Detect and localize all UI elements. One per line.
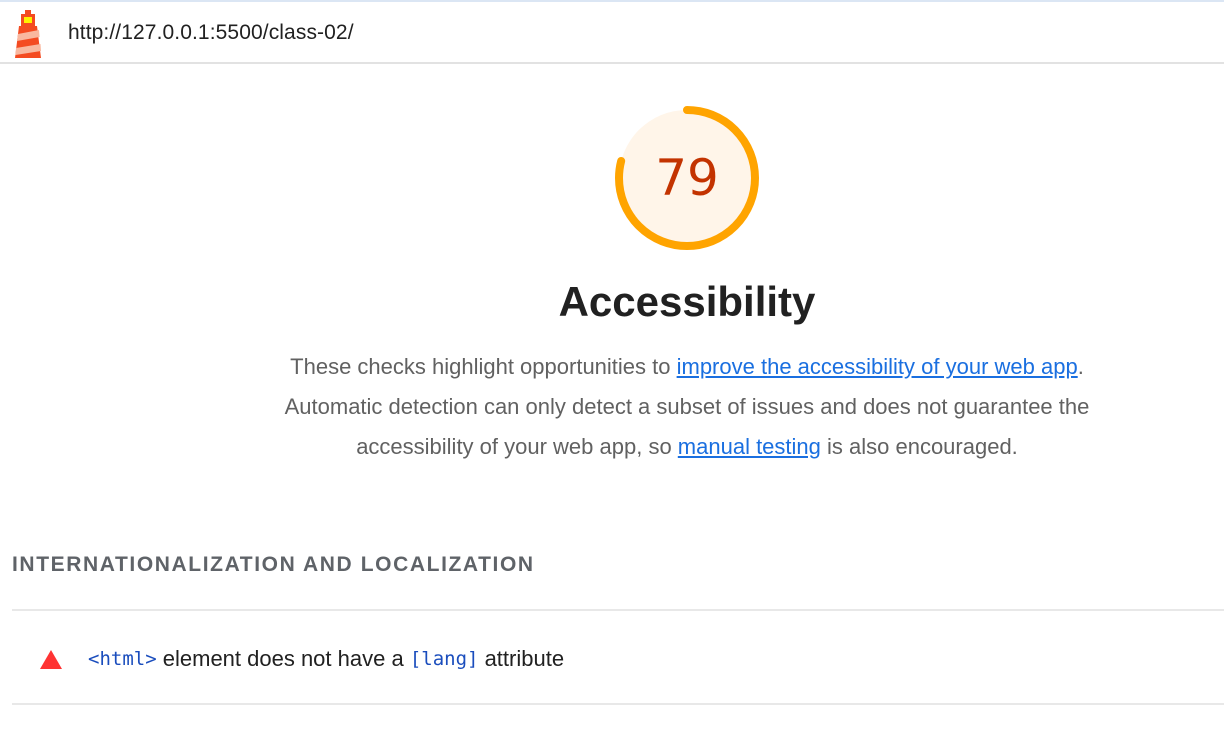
manual-testing-link[interactable]: manual testing (678, 434, 821, 459)
report-header: http://127.0.0.1:5500/class-02/ (0, 0, 1224, 64)
description-text: These checks highlight opportunities to (290, 354, 677, 379)
audit-item[interactable]: <html> element does not have a [lang] at… (40, 642, 564, 676)
improve-accessibility-link[interactable]: improve the accessibility of your web ap… (677, 354, 1078, 379)
description-text: is also encouraged. (820, 434, 1018, 459)
category-title: Accessibility (558, 278, 816, 325)
group-divider (12, 609, 1224, 611)
fail-triangle-icon (40, 649, 62, 669)
lighthouse-icon (15, 10, 41, 58)
score-value: 79 (655, 149, 719, 207)
audit-code: <html> (88, 648, 157, 670)
audit-divider (12, 703, 1224, 705)
audit-code: [lang] (409, 648, 479, 670)
audit-group-title: INTERNATIONALIZATION AND LOCALIZATION (12, 553, 535, 576)
audit-text: attribute (478, 646, 565, 671)
category-description: These checks highlight opportunities to … (284, 347, 1090, 467)
audit-text: element does not have a (156, 646, 410, 671)
page-url[interactable]: http://127.0.0.1:5500/class-02/ (68, 21, 354, 45)
